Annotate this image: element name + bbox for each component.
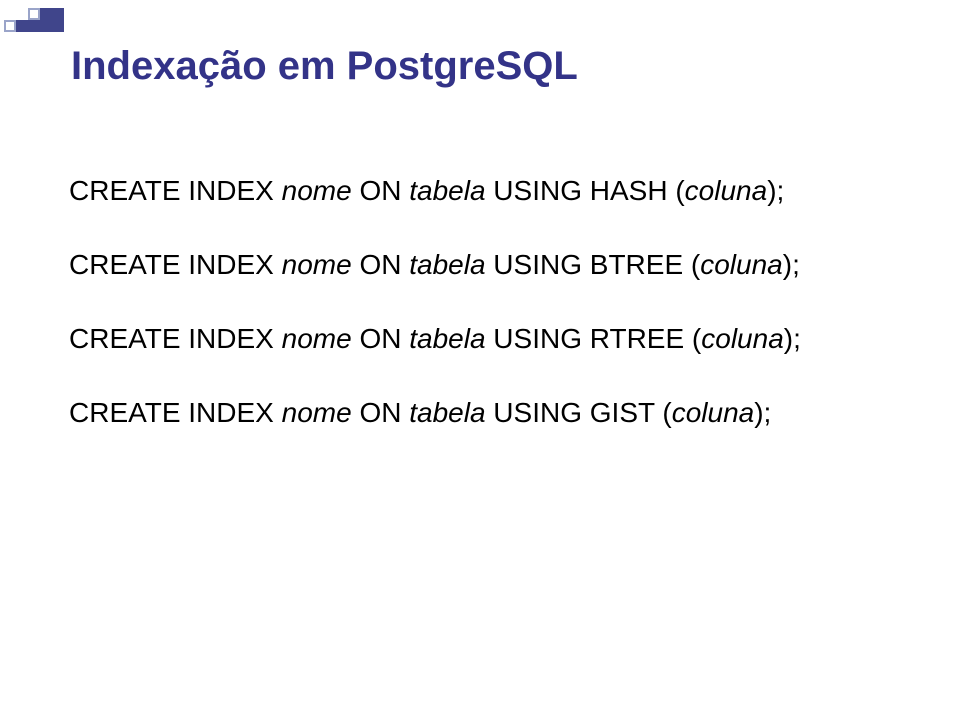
sql-var: tabela — [409, 323, 485, 354]
content-area: CREATE INDEX nome ON tabela USING HASH (… — [69, 175, 895, 429]
sql-text: ); — [784, 323, 801, 354]
sql-text: CREATE INDEX — [69, 323, 282, 354]
sql-text: CREATE INDEX — [69, 397, 282, 428]
sql-statement: CREATE INDEX nome ON tabela USING HASH (… — [69, 175, 895, 207]
sql-var: nome — [282, 323, 352, 354]
sql-text: ON — [352, 397, 410, 428]
sql-text: CREATE INDEX — [69, 249, 282, 280]
sql-text: ON — [352, 249, 410, 280]
sql-text: ON — [352, 323, 410, 354]
slide-title: Indexação em PostgreSQL — [71, 44, 895, 89]
sql-var: nome — [282, 175, 352, 206]
sql-text: ); — [767, 175, 784, 206]
sql-text: USING HASH ( — [486, 175, 685, 206]
sql-var: nome — [282, 249, 352, 280]
sql-var: coluna — [685, 175, 768, 206]
sql-var: tabela — [409, 175, 485, 206]
sql-var: coluna — [700, 249, 783, 280]
sql-text: USING BTREE ( — [486, 249, 701, 280]
sql-text: ON — [352, 175, 410, 206]
sql-text: ); — [754, 397, 771, 428]
sql-statement: CREATE INDEX nome ON tabela USING GIST (… — [69, 397, 895, 429]
sql-var: nome — [282, 397, 352, 428]
sql-text: ); — [783, 249, 800, 280]
sql-var: coluna — [672, 397, 755, 428]
sql-text: CREATE INDEX — [69, 175, 282, 206]
sql-var: coluna — [701, 323, 784, 354]
sql-text: USING GIST ( — [486, 397, 672, 428]
sql-text: USING RTREE ( — [486, 323, 702, 354]
slide: Indexação em PostgreSQL CREATE INDEX nom… — [0, 0, 960, 720]
sql-statement: CREATE INDEX nome ON tabela USING RTREE … — [69, 323, 895, 355]
sql-statement: CREATE INDEX nome ON tabela USING BTREE … — [69, 249, 895, 281]
sql-var: tabela — [409, 249, 485, 280]
sql-var: tabela — [409, 397, 485, 428]
